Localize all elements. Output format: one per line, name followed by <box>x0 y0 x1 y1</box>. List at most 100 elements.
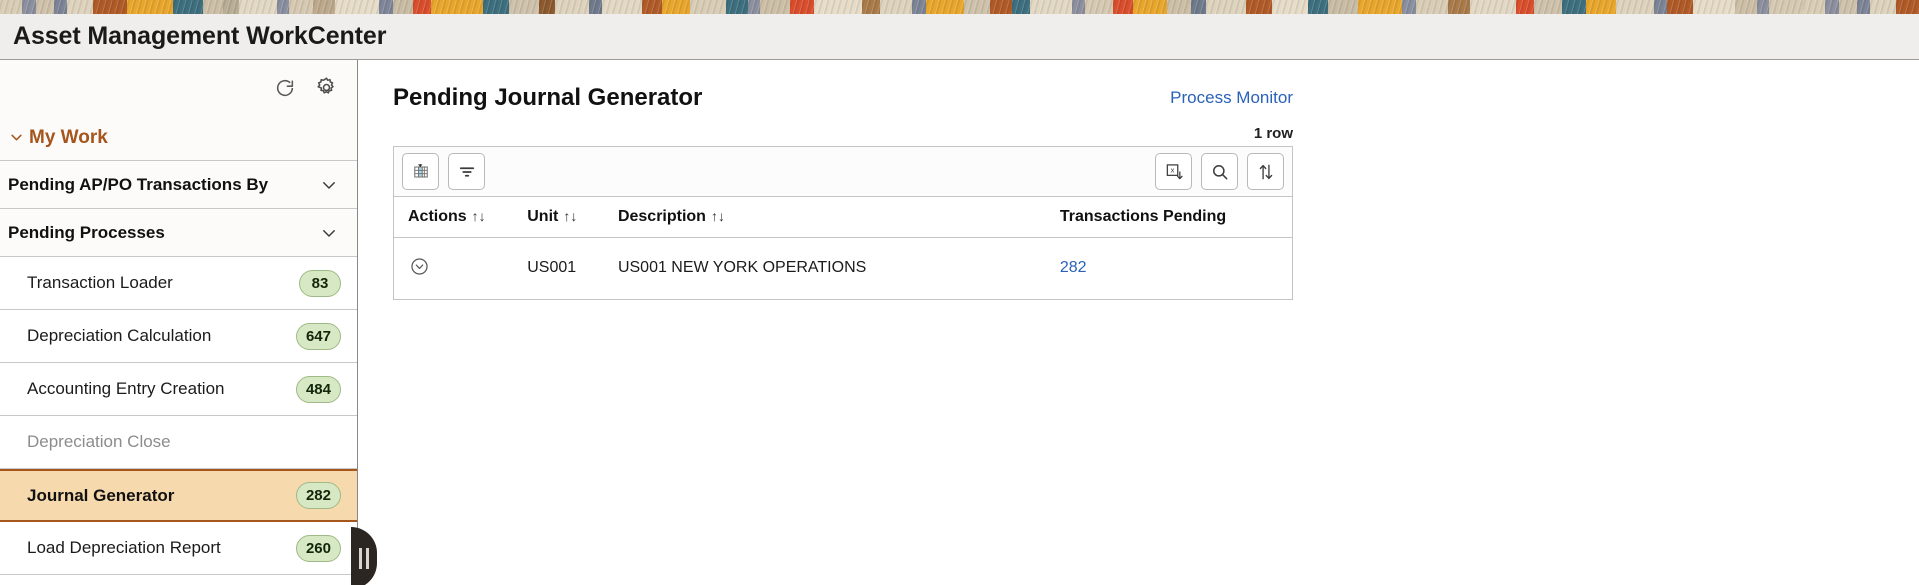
sort-arrows-icon[interactable]: ↑↓ <box>711 208 725 224</box>
banner-stripe <box>289 0 313 14</box>
cell-description: US001 NEW YORK OPERATIONS <box>617 237 1060 300</box>
banner-stripe <box>1735 0 1757 14</box>
status-badge: 282 <box>295 482 341 509</box>
banner-stripe <box>790 0 814 14</box>
banner-stripe <box>1654 0 1667 14</box>
chevron-down-icon <box>319 175 339 195</box>
banner-stripe <box>1693 0 1735 14</box>
banner-stripe <box>555 0 589 14</box>
banner-stripe <box>1358 0 1402 14</box>
banner-stripe <box>880 0 912 14</box>
banner-stripe <box>173 0 203 14</box>
banner-stripe <box>1012 0 1030 14</box>
banner-stripe <box>1246 0 1272 14</box>
status-badge: 484 <box>295 375 341 403</box>
sort-icon[interactable] <box>1247 153 1284 190</box>
banner-stripe <box>748 0 760 14</box>
sidebar-item-label: Depreciation Close <box>27 432 171 451</box>
body-split: My Work Pending AP/PO Transactions By Pe… <box>0 60 1919 585</box>
decorative-banner <box>0 0 1919 14</box>
cell-actions <box>393 237 528 300</box>
banner-stripe <box>1516 0 1534 14</box>
banner-stripe <box>1085 0 1113 14</box>
column-header-actions[interactable]: Actions ↑↓ <box>393 196 528 238</box>
banner-stripe <box>539 0 555 14</box>
banner-stripe <box>313 0 335 14</box>
circle-chevron-down-icon[interactable] <box>408 255 430 277</box>
column-header-unit[interactable]: Unit ↑↓ <box>527 196 618 238</box>
banner-stripe <box>662 0 690 14</box>
sidebar-section-pending-processes[interactable]: Pending Processes <box>0 209 357 257</box>
sidebar-item-accounting-entry-creation[interactable]: Accounting Entry Creation 484 <box>0 363 357 416</box>
pending-journal-generator-table: Actions ↑↓ Unit ↑↓ Description ↑↓ Transacti… <box>393 196 1293 300</box>
grid-toolbar-left <box>402 153 485 190</box>
section-title: Pending Journal Generator <box>393 84 703 111</box>
banner-stripe <box>1616 0 1654 14</box>
banner-stripe <box>277 0 289 14</box>
banner-stripe <box>483 0 509 14</box>
filter-icon[interactable] <box>448 153 485 190</box>
sidebar-item-journal-generator[interactable]: Journal Generator 282 <box>0 469 357 522</box>
sidebar-item-depreciation-calculation[interactable]: Depreciation Calculation 647 <box>0 310 357 363</box>
banner-stripe <box>509 0 539 14</box>
banner-stripe <box>602 0 642 14</box>
chevron-down-icon <box>8 129 25 146</box>
sidebar-item-transaction-loader[interactable]: Transaction Loader 83 <box>0 257 357 310</box>
banner-stripe <box>690 0 726 14</box>
sort-arrows-icon[interactable]: ↑↓ <box>472 208 486 224</box>
cell-unit: US001 <box>527 237 618 300</box>
column-header-description[interactable]: Description ↑↓ <box>617 196 1060 238</box>
banner-stripe <box>1402 0 1416 14</box>
sidebar-item-label: Accounting Entry Creation <box>27 379 225 398</box>
sidebar-item-label: Load Depreciation Report <box>27 538 221 557</box>
banner-stripe <box>1191 0 1206 14</box>
sidebar-item-label: Transaction Loader <box>27 273 173 292</box>
column-header-label: Unit <box>527 208 559 225</box>
sidebar-group-my-work[interactable]: My Work <box>0 115 357 161</box>
banner-stripe <box>1857 0 1870 14</box>
banner-stripe <box>1562 0 1586 14</box>
banner-stripe <box>1825 0 1839 14</box>
banner-stripe <box>203 0 223 14</box>
banner-stripe <box>589 0 602 14</box>
banner-stripe <box>1167 0 1191 14</box>
status-badge: 647 <box>295 322 341 350</box>
banner-stripe <box>1757 0 1769 14</box>
grip-icon <box>359 547 369 569</box>
refresh-icon[interactable] <box>272 75 298 101</box>
sidebar-item-label: Depreciation Calculation <box>27 326 212 345</box>
banner-stripe <box>1072 0 1085 14</box>
banner-stripe <box>1308 0 1328 14</box>
page-title: Asset Management WorkCenter <box>13 22 387 50</box>
sidebar: My Work Pending AP/PO Transactions By Pe… <box>0 60 358 584</box>
banner-stripe <box>760 0 790 14</box>
transactions-pending-link[interactable]: 282 <box>1060 259 1087 276</box>
banner-stripe <box>379 0 393 14</box>
app-header: Asset Management WorkCenter <box>0 14 1919 60</box>
grid-toolbar: x <box>393 146 1293 196</box>
column-header-label: Description <box>617 208 706 225</box>
table-body: US001 US001 NEW YORK OPERATIONS 282 <box>393 237 1293 300</box>
search-icon[interactable] <box>1201 153 1238 190</box>
banner-stripe <box>431 0 483 14</box>
chevron-down-icon <box>319 223 339 243</box>
status-badge: 260 <box>295 534 341 562</box>
banner-stripe <box>926 0 964 14</box>
banner-stripe <box>335 0 379 14</box>
row-count-label: 1 row <box>1253 125 1293 142</box>
sidebar-item-load-depreciation-report[interactable]: Load Depreciation Report 260 <box>0 522 357 575</box>
banner-stripe <box>393 0 413 14</box>
banner-stripe <box>54 0 67 14</box>
banner-stripe <box>1667 0 1693 14</box>
gear-icon[interactable] <box>313 75 339 101</box>
download-excel-icon[interactable]: x <box>1155 153 1192 190</box>
sidebar-group-label: My Work <box>29 126 108 148</box>
banner-stripe <box>67 0 93 14</box>
personalize-grid-icon[interactable] <box>402 153 439 190</box>
sidebar-section-label: Pending Processes <box>8 222 165 242</box>
sort-arrows-icon[interactable]: ↑↓ <box>563 208 577 224</box>
main-header: Pending Journal Generator Process Monito… <box>393 84 1293 112</box>
sidebar-section-pending-ap-po[interactable]: Pending AP/PO Transactions By <box>0 161 357 209</box>
process-monitor-link[interactable]: Process Monitor <box>1170 88 1293 108</box>
banner-stripe <box>1113 0 1133 14</box>
